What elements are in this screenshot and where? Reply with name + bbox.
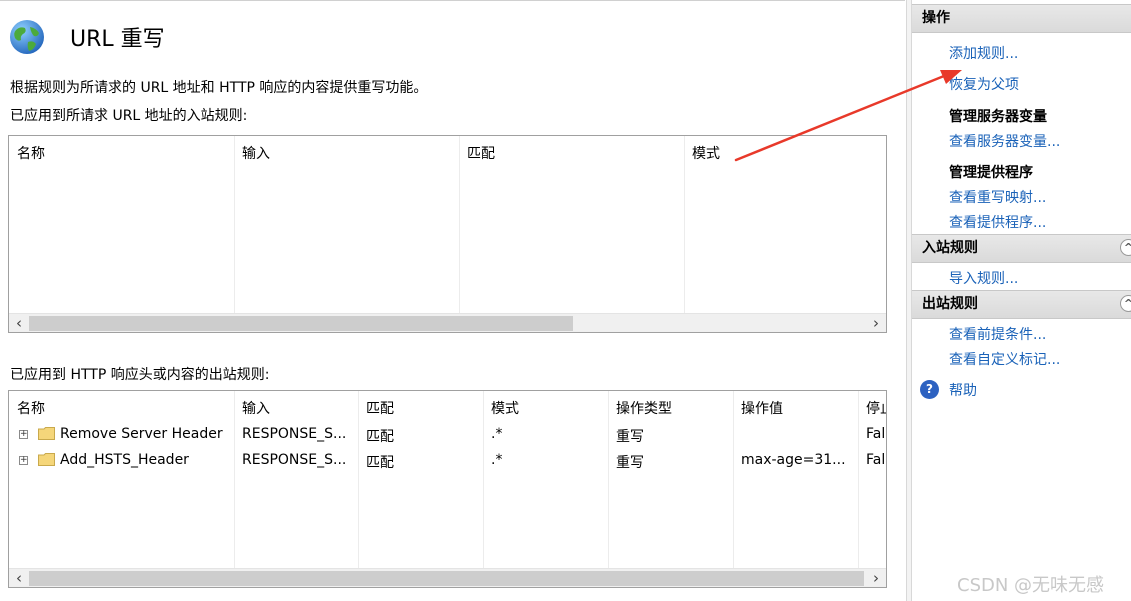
horizontal-scrollbar[interactable]: ‹ › bbox=[9, 313, 886, 332]
watermark: CSDN @无味无感 bbox=[957, 575, 1105, 596]
revert-to-parent-link[interactable]: 恢复为父项 bbox=[949, 74, 1019, 94]
inbound-rules-header-label: 入站规则 bbox=[922, 240, 978, 256]
page-description: 根据规则为所请求的 URL 地址和 HTTP 响应的内容提供重写功能。 bbox=[10, 80, 428, 96]
main-panel: URL 重写 根据规则为所请求的 URL 地址和 HTTP 响应的内容提供重写功… bbox=[0, 0, 906, 601]
column-divider bbox=[858, 391, 859, 569]
outbound-caption: 已应用到 HTTP 响应头或内容的出站规则: bbox=[10, 367, 270, 383]
column-divider bbox=[483, 391, 484, 569]
rule-action-value: max-age=31... bbox=[741, 452, 846, 468]
column-divider bbox=[684, 136, 685, 314]
column-header-match[interactable]: 匹配 bbox=[366, 398, 394, 418]
rule-name[interactable]: Remove Server Header bbox=[60, 426, 223, 442]
column-header-name[interactable]: 名称 bbox=[17, 143, 45, 163]
column-header-pattern[interactable]: 模式 bbox=[692, 143, 720, 163]
outbound-rules-table[interactable]: 名称 输入 匹配 模式 操作类型 操作值 停止 + Remove Server … bbox=[8, 390, 887, 588]
column-divider bbox=[608, 391, 609, 569]
view-server-variables-link[interactable]: 查看服务器变量... bbox=[949, 131, 1060, 151]
rule-name[interactable]: Add_HSTS_Header bbox=[60, 452, 189, 468]
rule-pattern: .* bbox=[491, 426, 503, 442]
column-header-input[interactable]: 输入 bbox=[242, 143, 270, 163]
folder-icon bbox=[38, 427, 55, 440]
rule-input: RESPONSE_S... bbox=[242, 426, 347, 442]
top-border bbox=[0, 0, 905, 1]
column-header-stop[interactable]: 停止 bbox=[866, 398, 886, 418]
column-divider bbox=[733, 391, 734, 569]
view-custom-tags-link[interactable]: 查看自定义标记... bbox=[949, 349, 1060, 369]
column-header-pattern[interactable]: 模式 bbox=[491, 398, 519, 418]
add-rule-link[interactable]: 添加规则... bbox=[949, 43, 1018, 63]
page-title: URL 重写 bbox=[70, 27, 165, 52]
actions-header: 操作 bbox=[912, 4, 1131, 33]
inbound-caption: 已应用到所请求 URL 地址的入站规则: bbox=[10, 108, 248, 124]
scroll-right-icon[interactable]: › bbox=[866, 314, 886, 332]
inbound-rules-header[interactable]: 入站规则 ^ bbox=[912, 234, 1131, 263]
providers-group: 管理提供程序 bbox=[949, 165, 1033, 181]
actions-pane: 操作 添加规则... 恢复为父项 管理服务器变量 查看服务器变量... 管理提供… bbox=[912, 0, 1131, 601]
import-rules-link[interactable]: 导入规则... bbox=[949, 268, 1018, 288]
view-providers-link[interactable]: 查看提供程序... bbox=[949, 212, 1046, 232]
column-divider bbox=[459, 136, 460, 314]
rule-match: 匹配 bbox=[366, 455, 394, 471]
scroll-left-icon[interactable]: ‹ bbox=[9, 569, 29, 587]
column-header-action-value[interactable]: 操作值 bbox=[741, 398, 783, 418]
column-header-input[interactable]: 输入 bbox=[242, 398, 270, 418]
outbound-rules-header-label: 出站规则 bbox=[922, 296, 978, 312]
rule-action-type: 重写 bbox=[616, 455, 644, 471]
column-header-action-type[interactable]: 操作类型 bbox=[616, 398, 672, 418]
horizontal-scrollbar[interactable]: ‹ › bbox=[9, 568, 886, 587]
expand-icon[interactable]: + bbox=[19, 430, 28, 439]
rule-action-type: 重写 bbox=[616, 429, 644, 445]
collapse-icon[interactable]: ^ bbox=[1120, 239, 1131, 256]
view-rewrite-maps-link[interactable]: 查看重写映射... bbox=[949, 187, 1046, 207]
scroll-right-icon[interactable]: › bbox=[866, 569, 886, 587]
column-divider bbox=[234, 391, 235, 569]
scrollbar-thumb[interactable] bbox=[29, 571, 864, 586]
rule-stop: Fal bbox=[866, 452, 886, 468]
expand-icon[interactable]: + bbox=[19, 456, 28, 465]
rule-match: 匹配 bbox=[366, 429, 394, 445]
view-preconditions-link[interactable]: 查看前提条件... bbox=[949, 324, 1046, 344]
collapse-icon[interactable]: ^ bbox=[1120, 295, 1131, 312]
rule-stop: Fal bbox=[866, 426, 886, 442]
column-header-name[interactable]: 名称 bbox=[17, 398, 45, 418]
rule-pattern: .* bbox=[491, 452, 503, 468]
globe-icon bbox=[10, 20, 44, 54]
scroll-left-icon[interactable]: ‹ bbox=[9, 314, 29, 332]
column-divider bbox=[358, 391, 359, 569]
help-link[interactable]: 帮助 bbox=[949, 380, 977, 400]
scrollbar-thumb[interactable] bbox=[29, 316, 573, 331]
rule-input: RESPONSE_S... bbox=[242, 452, 347, 468]
outbound-rules-header[interactable]: 出站规则 ^ bbox=[912, 290, 1131, 319]
folder-icon bbox=[38, 453, 55, 466]
inbound-rules-table[interactable]: 名称 输入 匹配 模式 ‹ › bbox=[8, 135, 887, 333]
column-header-match[interactable]: 匹配 bbox=[467, 143, 495, 163]
column-divider bbox=[234, 136, 235, 314]
server-variables-group: 管理服务器变量 bbox=[949, 109, 1047, 125]
help-icon[interactable]: ? bbox=[920, 380, 939, 399]
